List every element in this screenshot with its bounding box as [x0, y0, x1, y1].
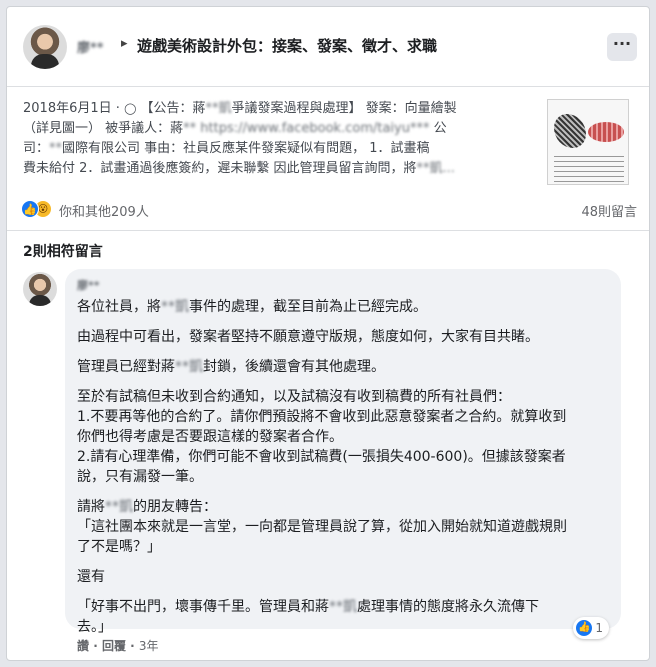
post-date[interactable]: 2018年6月1日 [23, 101, 112, 116]
redacted-name: **凱 [175, 359, 203, 375]
separator-dot: · [115, 101, 120, 116]
like-reaction-icon[interactable]: 👍 [21, 200, 39, 218]
reply-button[interactable]: 回覆 [102, 639, 126, 653]
thumbnail-sketch-shape [554, 114, 586, 148]
post-card: 廖** ▸ 遊戲美術設計外包：接案、發案、徵才、求職 ··· 2018年6月1日… [6, 6, 650, 661]
like-reaction-icon: 👍 [576, 619, 593, 636]
post-preview-text[interactable]: 2018年6月1日 · ◯ 【公告：蔣**凱爭議發案過程與處理】 發案：向量繪製… [23, 99, 535, 179]
commenter-avatar[interactable] [23, 272, 57, 306]
comment-reaction-count[interactable]: 👍 1 [573, 617, 609, 639]
divider [7, 230, 649, 231]
like-comment-button[interactable]: 讚 [77, 639, 89, 653]
redacted-name: **凱 [329, 599, 357, 615]
comment-bubble: 廖** 各位社員，將**凱事件的處理，截至目前為止已經完成。 由過程中可看出，發… [65, 269, 621, 639]
post-line-1: 2018年6月1日 · ◯ 【公告：蔣**凱爭議發案過程與處理】 發案：向量繪製 [23, 101, 457, 116]
post-line-4: 費未給付 2．試畫通過後應簽約，遲未聯繫 因此管理員留言詢問，將**凱... [23, 161, 455, 176]
author-avatar[interactable] [23, 25, 67, 69]
comment-body: 各位社員，將**凱事件的處理，截至目前為止已經完成。 由過程中可看出，發案者堅持… [77, 297, 613, 647]
redacted-name: **凱 [161, 299, 189, 315]
redacted-company: ** [49, 141, 63, 156]
author-name[interactable]: 廖** [77, 37, 104, 56]
post-line-3: 司：**國際有限公司 事由：社員反應某件發案疑似有問題， 1．試畫稿 [23, 141, 430, 156]
comment-paragraph: 至於有試稿但未收到合約通知，以及試稿沒有收到稿費的所有社員們： 1.不要再等他的… [77, 389, 567, 485]
redacted-name: **凱 [205, 101, 232, 116]
post-line-2: （詳見圖一） 被爭議人：蔣** https://www.facebook.com… [23, 121, 447, 136]
comment-paragraph: 管理員已經對蔣**凱封鎖，後續還會有其他處理。 [77, 359, 385, 375]
redacted-name: **凱 [105, 499, 133, 515]
reaction-summary[interactable]: 你和其他209人 [59, 201, 149, 220]
thumbnail-red-shape [588, 122, 624, 142]
comment-author-name[interactable]: 廖** [77, 277, 100, 293]
comment-actions: 讚 · 回覆 · 3年 [77, 639, 159, 653]
comment-count-link[interactable]: 48則留言 [581, 201, 637, 220]
reactions-row: 👍 😮 你和其他209人 48則留言 [21, 198, 637, 222]
globe-icon: ◯ [124, 102, 137, 115]
matching-comments-heading: 2則相符留言 [23, 244, 103, 260]
thumbnail-text-lines [554, 156, 624, 182]
comment-paragraph: 各位社員，將**凱事件的處理，截至目前為止已經完成。 [77, 299, 427, 315]
group-name-link[interactable]: 遊戲美術設計外包：接案、發案、徵才、求職 [137, 35, 437, 56]
chevron-right-icon: ▸ [121, 36, 128, 51]
comment-paragraph: 還有 [77, 569, 105, 585]
comment-paragraph: 「好事不出門，壞事傳千里。管理員和蔣**凱處理事情的態度將永久流傳下 去。」 [77, 599, 539, 635]
post-thumbnail-image[interactable] [547, 99, 629, 185]
group-post-header: 廖** ▸ 遊戲美術設計外包：接案、發案、徵才、求職 ··· [7, 7, 649, 87]
redacted-url: ** https://www.facebook.com/taiyu*** [183, 121, 430, 136]
more-options-button[interactable]: ··· [607, 33, 637, 61]
comment-timestamp[interactable]: 3年 [139, 639, 159, 653]
redacted-name: **凱... [416, 161, 455, 176]
comment-paragraph: 由過程中可看出，發案者堅持不願意遵守版規，態度如何，大家有目共睹。 [77, 329, 539, 345]
comment-paragraph: 請將**凱的朋友轉告： 「這社團本來就是一言堂，一向都是管理員說了算，從加入開始… [77, 499, 567, 555]
